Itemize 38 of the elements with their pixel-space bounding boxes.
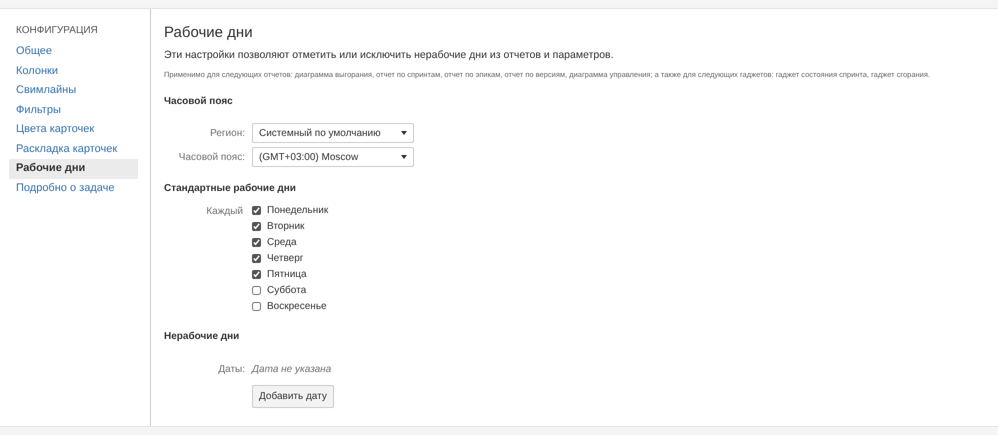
day-label: Четверг (267, 252, 304, 265)
sidebar-item[interactable]: Цвета карточек (9, 120, 138, 140)
day-checkbox[interactable] (252, 222, 261, 231)
caret-icon (401, 155, 407, 159)
field-label: Часовой пояс: (178, 150, 246, 164)
add-date-button[interactable]: Добавить дату (252, 385, 334, 408)
section-heading: Часовой пояс (164, 95, 234, 109)
day-checkbox[interactable] (252, 254, 261, 263)
sidebar-item[interactable]: Раскладка карточек (9, 140, 138, 159)
day-label: Среда (267, 236, 297, 249)
day-label: Пятница (267, 268, 307, 281)
field-label: Регион: (209, 126, 246, 140)
sidebar-item[interactable]: Общее (9, 42, 138, 62)
field-label: Даты: (217, 363, 246, 377)
day-label: Вторник (267, 220, 304, 233)
page-title: Рабочие дни (164, 24, 254, 42)
day-checkbox[interactable] (252, 302, 261, 311)
sidebar-item[interactable]: Свимлайны (9, 81, 138, 100)
select-field[interactable]: Системный по умолчанию (252, 123, 414, 143)
select-field[interactable]: (GMT+03:00) Moscow (252, 147, 414, 167)
day-checkbox[interactable] (252, 238, 261, 247)
sidebar-item[interactable]: Колонки (9, 62, 138, 81)
day-label: Суббота (267, 284, 306, 297)
sidebar-item[interactable]: Подробно о задаче (9, 178, 138, 198)
day-checkbox[interactable] (252, 270, 261, 279)
day-label: Понедельник (267, 204, 328, 217)
sidebar-item[interactable]: Фильтры (9, 100, 138, 120)
empty-dates-text: Дата не указана (252, 363, 332, 377)
sidebar-heading: КОНФИГУРАЦИЯ (15, 24, 99, 38)
field-label: Каждый (205, 205, 244, 219)
sidebar-item[interactable]: Рабочие дни (9, 159, 138, 178)
day-label: Воскресенье (267, 300, 327, 313)
caret-icon (401, 131, 407, 135)
day-checkbox[interactable] (252, 206, 261, 215)
day-checkbox[interactable] (252, 286, 261, 295)
section-heading: Стандартные рабочие дни (164, 182, 297, 196)
section-heading: Нерабочие дни (164, 330, 240, 344)
page-description: Эти настройки позволяют отметить или исключить нерабочие дни из отчетов и параметров. (164, 48, 615, 63)
